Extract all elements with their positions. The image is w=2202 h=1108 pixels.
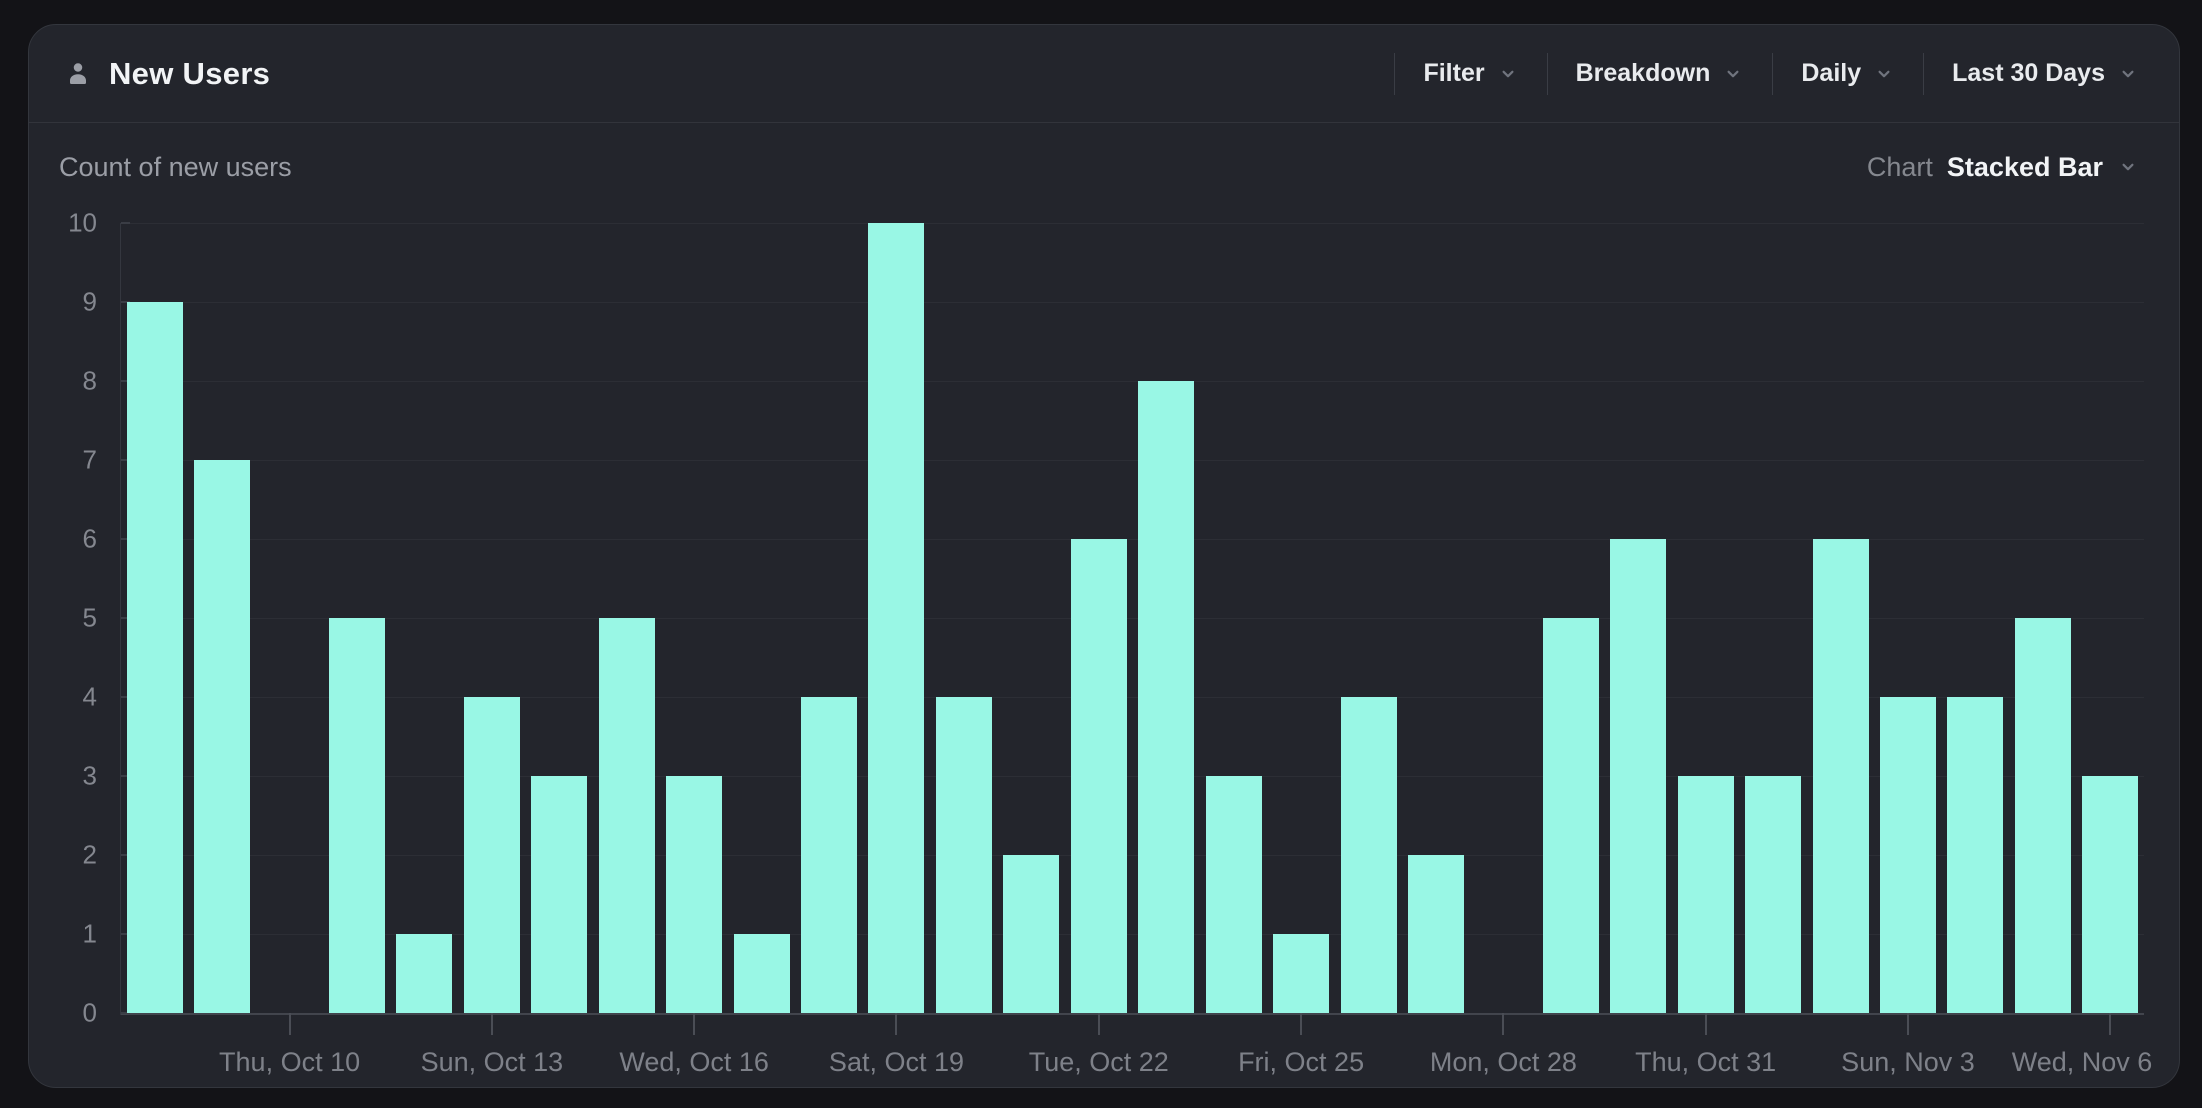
x-axis-label: Wed, Oct 16 [619,1047,769,1078]
bar[interactable] [194,460,250,1013]
bar[interactable] [1341,697,1397,1013]
bar[interactable] [936,697,992,1013]
card-header: New Users Filter Breakdown Daily [29,25,2179,123]
y-axis-label: 6 [23,524,97,555]
y-axis-label: 10 [23,208,97,239]
chevron-down-icon [2117,63,2139,85]
chart-word-label: Chart [1867,152,1933,183]
bar[interactable] [1813,539,1869,1013]
bar[interactable] [1678,776,1734,1013]
y-axis-label: 9 [23,287,97,318]
y-axis-line [120,223,121,1015]
x-tick [895,1013,897,1035]
y-axis-label: 7 [23,445,97,476]
y-tick [121,222,130,224]
bar[interactable] [1273,934,1329,1013]
x-tick [491,1013,493,1035]
x-axis-label: Fri, Oct 25 [1238,1047,1364,1078]
chevron-down-icon [1497,63,1519,85]
card-header-left: New Users [63,56,270,92]
chevron-down-icon [1873,63,1895,85]
x-axis-label: Wed, Nov 6 [2012,1047,2153,1078]
bar[interactable] [1206,776,1262,1013]
bar[interactable] [1610,539,1666,1013]
x-tick [1907,1013,1909,1035]
bar[interactable] [2015,618,2071,1013]
x-axis-label: Thu, Oct 10 [219,1047,360,1078]
bar[interactable] [1003,855,1059,1013]
x-tick [1705,1013,1707,1035]
chevron-down-icon [1722,63,1744,85]
gridline [121,460,2144,461]
gridline [121,381,2144,382]
bar[interactable] [868,223,924,1013]
x-tick [289,1013,291,1035]
page-title: New Users [109,56,270,92]
breakdown-dropdown[interactable]: Breakdown [1548,25,1773,122]
x-axis-label: Sun, Oct 13 [421,1047,564,1078]
bar[interactable] [1071,539,1127,1013]
filter-dropdown[interactable]: Filter [1395,25,1546,122]
x-tick [693,1013,695,1035]
new-users-card: New Users Filter Breakdown Daily [28,24,2180,1088]
bar[interactable] [1745,776,1801,1013]
x-tick [1098,1013,1100,1035]
y-axis-label: 8 [23,366,97,397]
chart-type-dropdown[interactable]: Chart Stacked Bar [1867,152,2139,183]
granularity-dropdown[interactable]: Daily [1773,25,1923,122]
y-axis-label: 3 [23,761,97,792]
bar[interactable] [1880,697,1936,1013]
bar[interactable] [734,934,790,1013]
bar[interactable] [666,776,722,1013]
bar[interactable] [531,776,587,1013]
bar[interactable] [1543,618,1599,1013]
y-axis-label: 2 [23,840,97,871]
x-axis-label: Thu, Oct 31 [1635,1047,1776,1078]
x-axis-line [121,1013,2144,1015]
bar[interactable] [329,618,385,1013]
gridline [121,223,2144,224]
bar[interactable] [396,934,452,1013]
y-axis-label: 4 [23,682,97,713]
x-tick [1502,1013,1504,1035]
x-axis-label: Tue, Oct 22 [1029,1047,1169,1078]
y-axis-label: 5 [23,603,97,634]
y-axis-label: 1 [23,919,97,950]
date-range-dropdown[interactable]: Last 30 Days [1924,25,2139,122]
gridline [121,302,2144,303]
x-tick [1300,1013,1302,1035]
bar[interactable] [1408,855,1464,1013]
bar[interactable] [1947,697,2003,1013]
user-icon [63,58,93,90]
y-axis-label: 0 [23,998,97,1029]
bar[interactable] [599,618,655,1013]
metric-label: Count of new users [59,152,292,183]
bar[interactable] [127,302,183,1013]
bar[interactable] [801,697,857,1013]
x-tick [2109,1013,2111,1035]
x-axis-label: Mon, Oct 28 [1430,1047,1577,1078]
header-controls: Filter Breakdown Daily Las [1394,25,2139,122]
bar[interactable] [1138,381,1194,1013]
bar-chart-plot: 012345678910Thu, Oct 10Sun, Oct 13Wed, O… [121,223,2144,1013]
bar[interactable] [464,697,520,1013]
x-axis-label: Sat, Oct 19 [829,1047,964,1078]
chart-type-value: Stacked Bar [1947,152,2103,183]
subheader: Count of new users Chart Stacked Bar [29,124,2179,210]
bar[interactable] [2082,776,2138,1013]
chevron-down-icon [2117,156,2139,178]
x-axis-label: Sun, Nov 3 [1841,1047,1975,1078]
